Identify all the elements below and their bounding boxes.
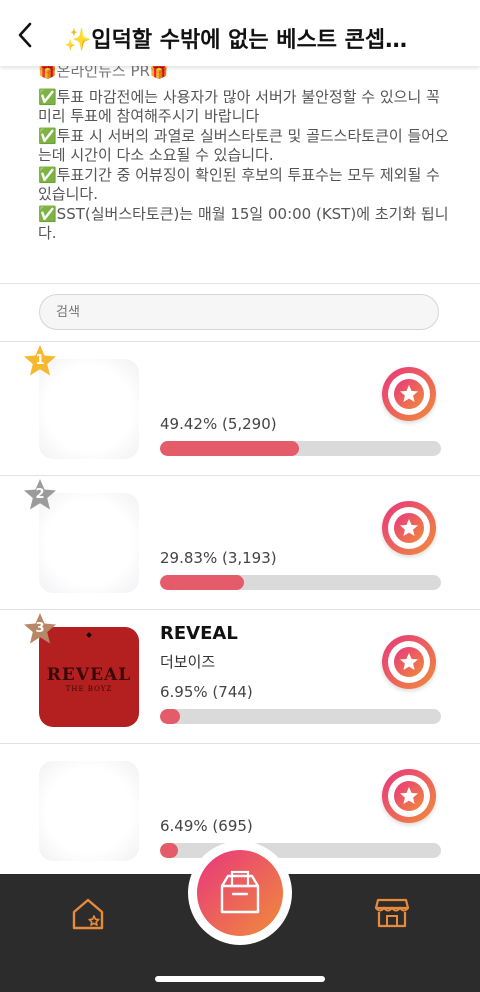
- page-title: ✨입덕할 수밖에 없는 베스트 콘셉…: [64, 28, 408, 53]
- vote-percentage: 29.83% (3,193): [160, 549, 277, 567]
- candidate-row[interactable]: REVEAL THE BOYZ 3 REVEAL 더보이즈 6.95% (744…: [0, 609, 480, 743]
- store-icon: [374, 898, 410, 928]
- vote-progress-fill: [160, 843, 179, 858]
- rank-number: 1: [35, 353, 45, 368]
- star-icon: [394, 647, 424, 677]
- rank-badge: 2: [22, 477, 58, 513]
- home-nav-button[interactable]: [68, 894, 108, 934]
- notice-line: ✅SST(실버스타토큰)는 매월 15일 00:00 (KST)에 초기화 됩니…: [38, 204, 449, 243]
- vote-button[interactable]: [382, 635, 436, 689]
- top-app-bar: ✨입덕할 수밖에 없는 베스트 콘셉…: [0, 0, 480, 66]
- notice-line: ✅투표 마감전에는 사용자가 많아 서버가 불안정할 수 있으니 꼭 미리 투표…: [38, 87, 440, 126]
- shop-nav-button[interactable]: [372, 892, 412, 932]
- star-icon: [394, 781, 424, 811]
- rank-badge: 3: [22, 611, 58, 647]
- vote-progress-fill: [160, 709, 180, 724]
- vote-button[interactable]: [382, 367, 436, 421]
- divider: [0, 283, 480, 284]
- search-input[interactable]: [39, 294, 439, 330]
- home-star-icon: [72, 898, 104, 930]
- candidate-row[interactable]: 1 49.42% (5,290): [0, 341, 480, 475]
- vote-progress-bar: [160, 709, 441, 724]
- album-logo-sub: THE BOYZ: [65, 685, 113, 693]
- vote-progress-bar: [160, 441, 441, 456]
- notice-line: ✅투표 시 서버의 과열로 실버스타토큰 및 골드스타토큰이 들어오는데 시간이…: [38, 126, 449, 165]
- vote-button[interactable]: [382, 769, 436, 823]
- vote-button[interactable]: [382, 501, 436, 555]
- vote-progress-fill: [160, 575, 244, 590]
- album-logo: REVEAL: [46, 665, 132, 685]
- candidate-row[interactable]: 2 29.83% (3,193): [0, 475, 480, 609]
- rank-badge: 1: [22, 343, 58, 379]
- rank-number: 3: [35, 621, 45, 636]
- notice-line: ✅투표기간 중 어뷰징이 확인된 후보의 투표수는 모두 제외될 수 있습니다.: [38, 165, 440, 204]
- vote-percentage: 6.49% (695): [160, 817, 253, 835]
- chevron-left-icon: [18, 22, 32, 48]
- ballot-box-icon: [220, 870, 260, 914]
- rank-number: 2: [35, 487, 45, 502]
- candidate-thumbnail: [39, 761, 139, 861]
- vote-progress-bar: [160, 575, 441, 590]
- candidate-artist: 더보이즈: [160, 653, 216, 671]
- notice-text: 🎁온라인뉴스 PR🎁 ✅투표 마감전에는 사용자가 많아 서버가 불안정할 수 …: [38, 62, 458, 244]
- candidate-title: REVEAL: [160, 623, 238, 644]
- home-indicator: [155, 976, 325, 982]
- vote-percentage: 6.95% (744): [160, 683, 253, 701]
- star-icon: [394, 379, 424, 409]
- star-icon: [394, 513, 424, 543]
- vote-progress-fill: [160, 441, 299, 456]
- vote-fab-button[interactable]: [197, 850, 283, 936]
- vote-percentage: 49.42% (5,290): [160, 415, 277, 433]
- back-button[interactable]: [14, 20, 40, 50]
